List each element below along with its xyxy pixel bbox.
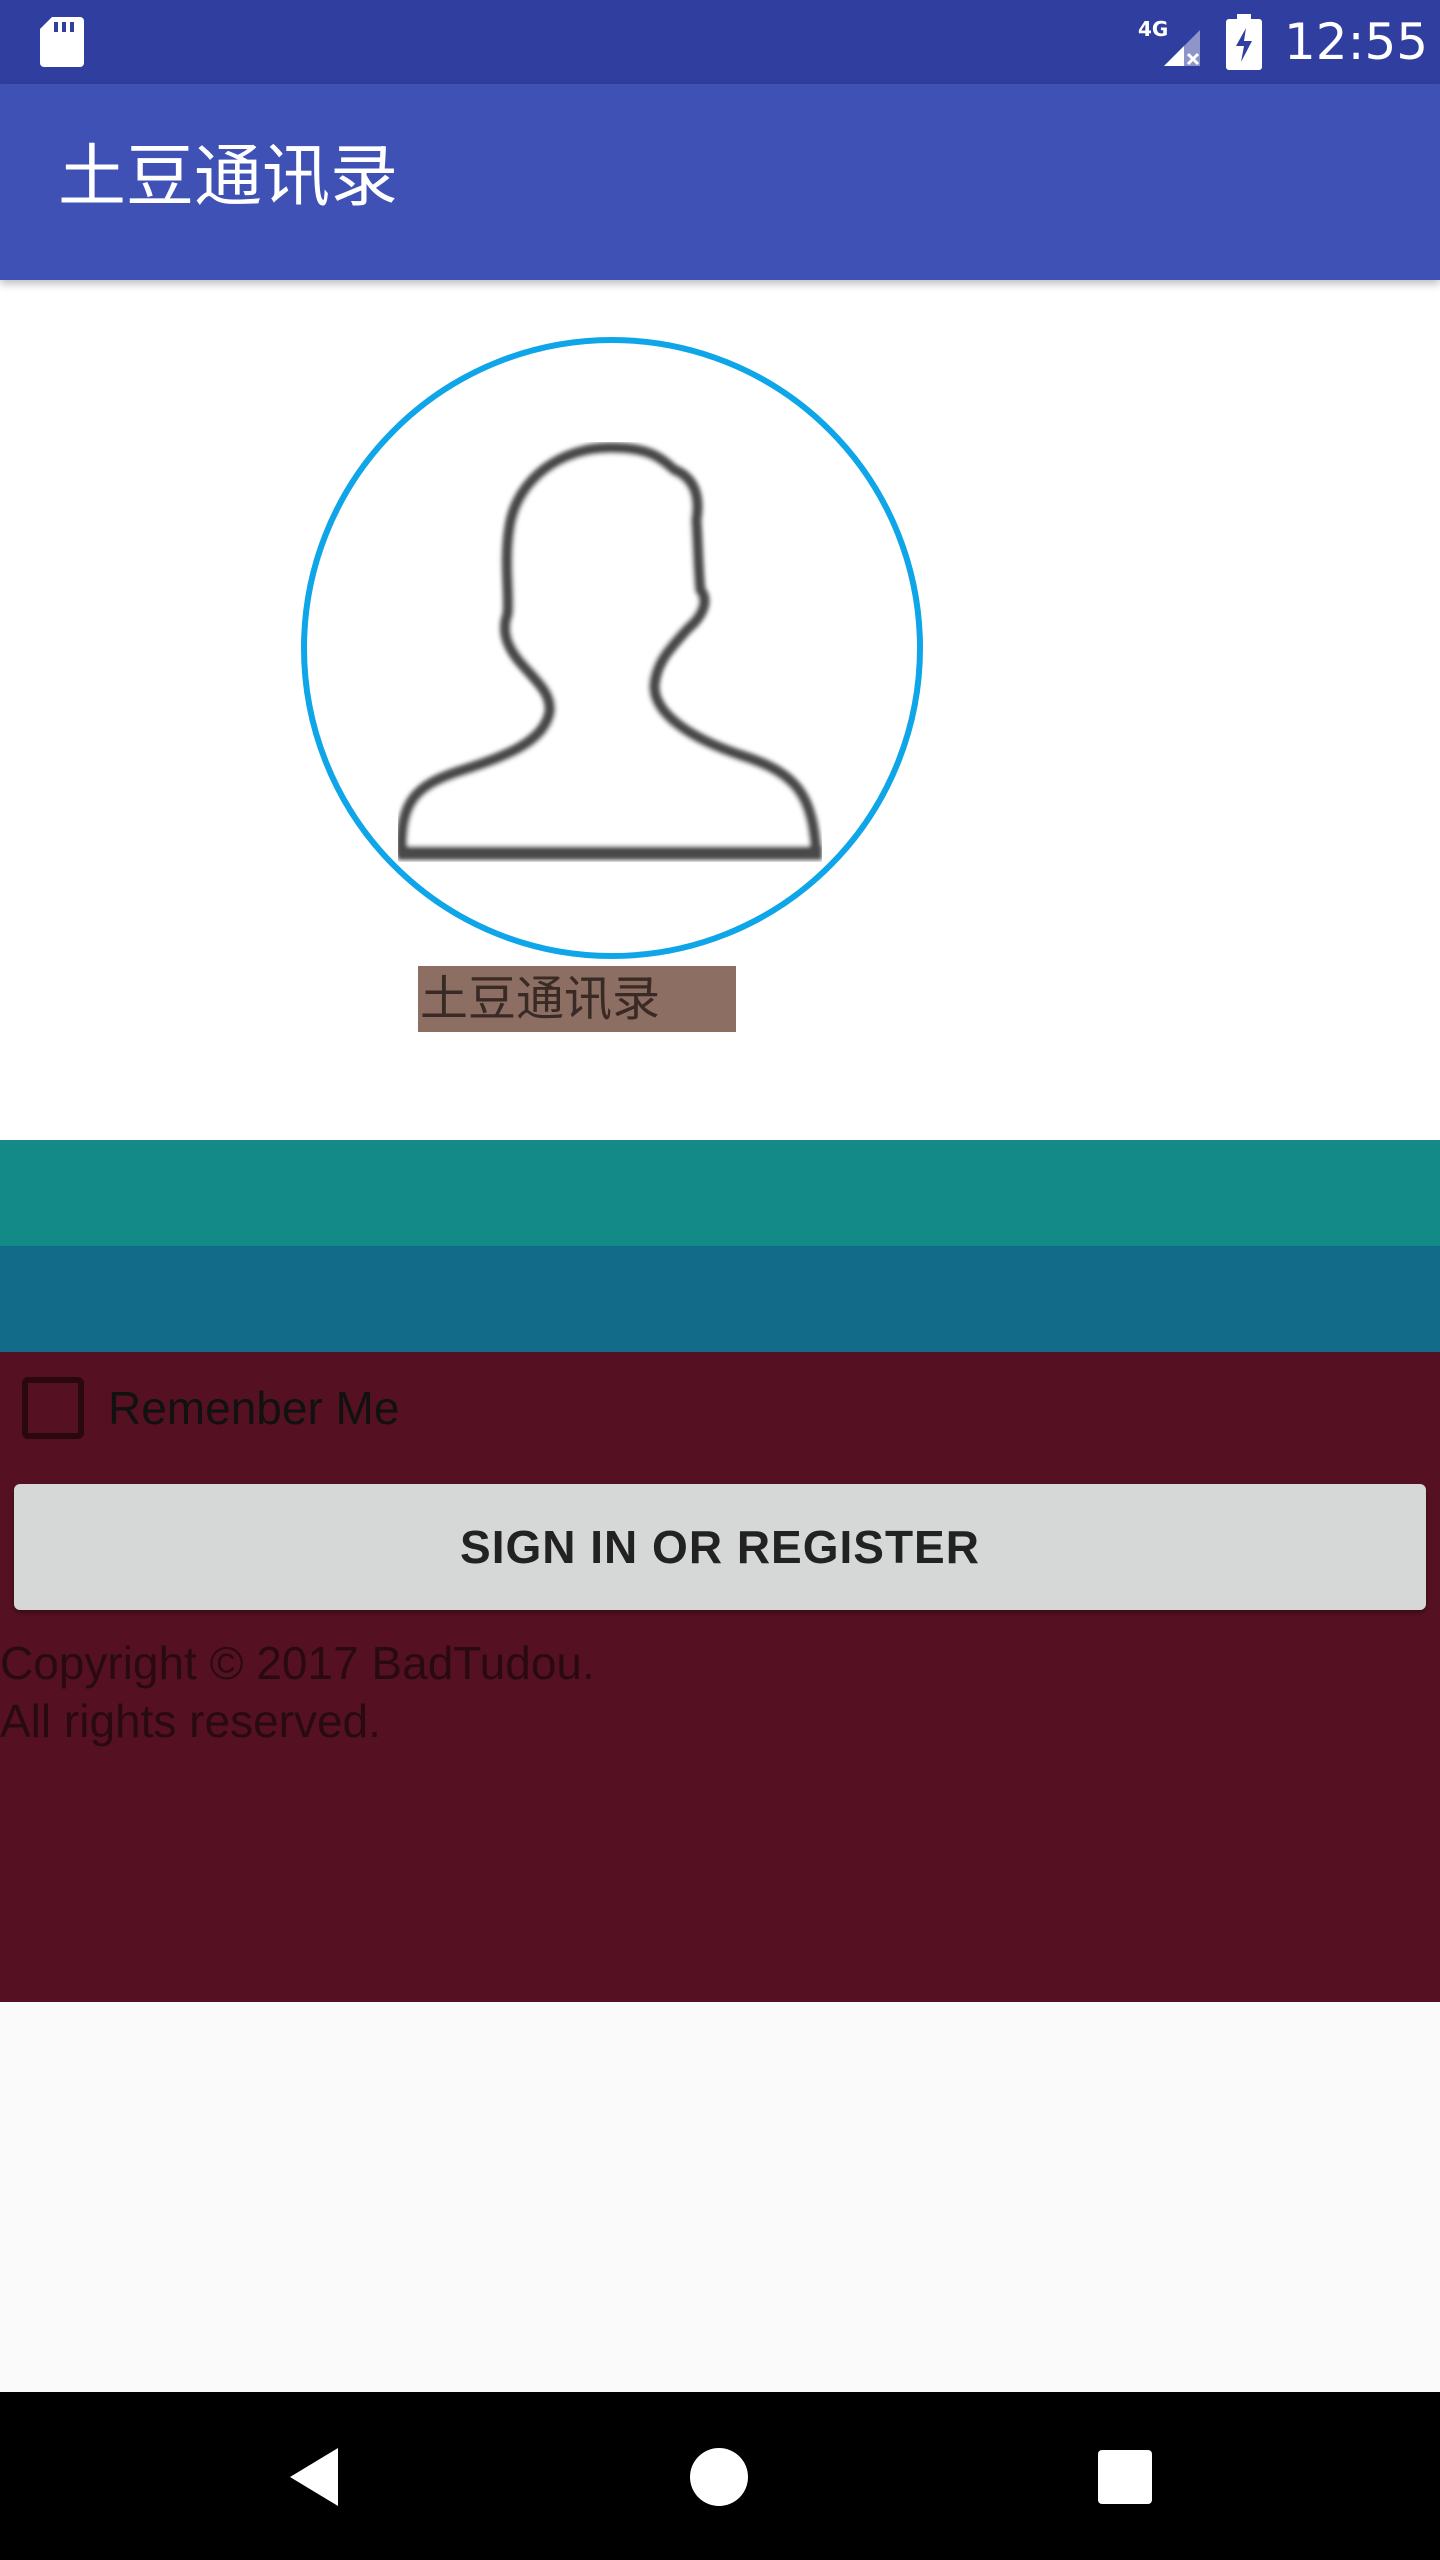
signal-4g-icon: 4G [1138,17,1200,66]
recents-icon[interactable] [1098,2450,1152,2504]
status-clock: 12:55 [1284,13,1429,71]
remember-me-label[interactable]: Remenber Me [108,1381,399,1435]
status-bar: 4G 12:55 [0,0,1440,84]
battery-charging-icon [1226,14,1262,70]
signin-register-button[interactable]: SIGN IN OR REGISTER [14,1484,1426,1610]
username-field[interactable] [0,1140,1440,1246]
user-silhouette-icon [398,442,822,860]
app-name-label: 土豆通讯录 [418,966,736,1032]
copyright-line-1: Copyright © 2017 BadTudou. [0,1637,595,1689]
app-bar: 土豆通讯录 [0,84,1440,280]
network-type-label: 4G [1138,17,1168,41]
remember-me-checkbox[interactable] [22,1377,84,1439]
home-icon[interactable] [690,2448,748,2506]
remember-me-row[interactable]: Remenber Me [22,1374,399,1442]
login-form-panel: Remenber Me SIGN IN OR REGISTER Copyrigh… [0,1352,1440,2002]
login-screen: 4G 12:55 土豆通讯录 土豆通讯录 Remenber Me SIGN IN… [0,0,1440,2560]
sd-card-icon [40,17,84,67]
back-icon[interactable] [286,2446,342,2508]
navigation-bar [0,2392,1440,2560]
copyright-text: Copyright © 2017 BadTudou. All rights re… [0,1634,595,1750]
password-field[interactable] [0,1246,1440,1352]
copyright-line-2: All rights reserved. [0,1695,381,1747]
profile-header: 土豆通讯录 [0,280,1440,1140]
app-title: 土豆通讯录 [58,138,399,217]
signin-register-button-label: SIGN IN OR REGISTER [460,1521,980,1573]
